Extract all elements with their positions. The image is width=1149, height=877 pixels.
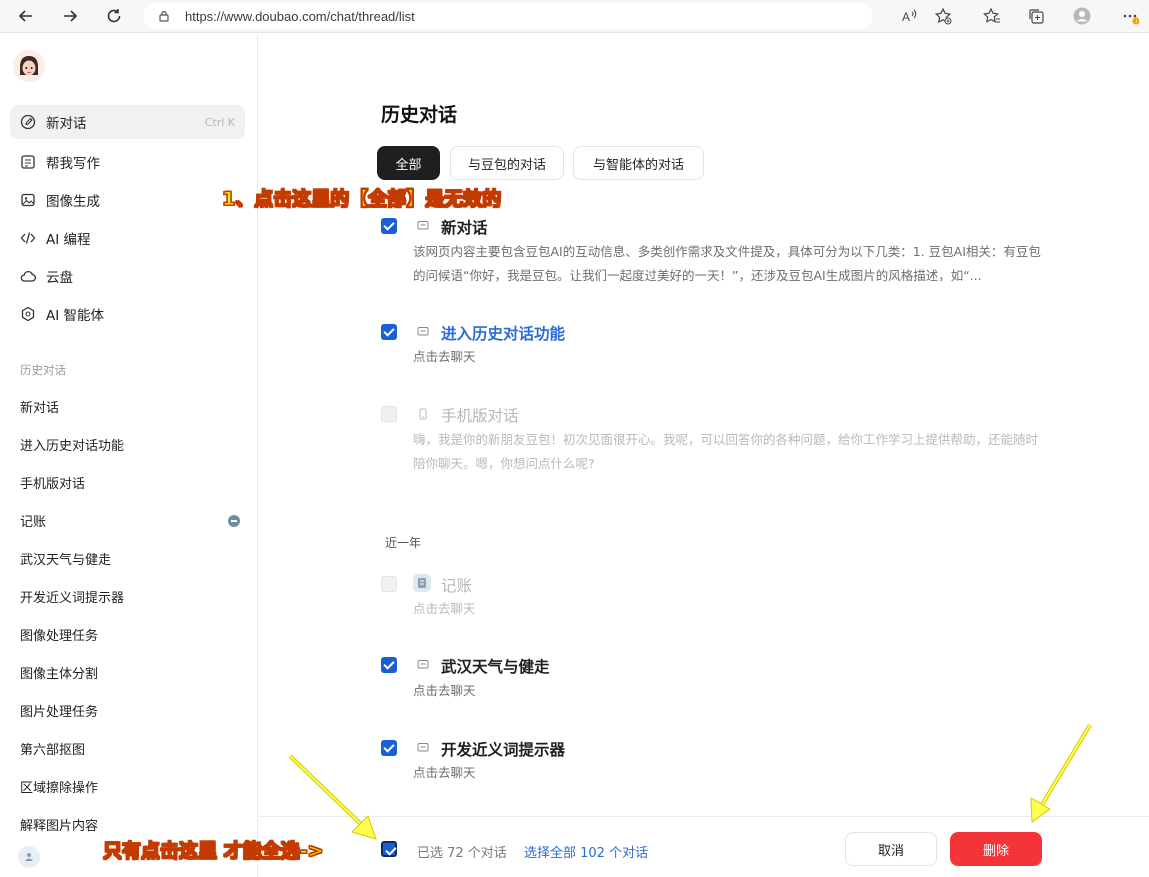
code-icon	[20, 230, 36, 246]
annotation-top: 1、点击这里的【全部】是无效的	[221, 188, 502, 211]
profile-icon[interactable]	[1070, 4, 1094, 28]
history-item[interactable]: 图片处理任务	[20, 701, 240, 720]
history-item-label: 记账	[20, 515, 47, 530]
chat-desc: 点击去聊天	[413, 601, 476, 616]
history-item-label: 手机版对话	[20, 477, 86, 492]
history-item-label: 第六部抠图	[20, 743, 86, 758]
history-item[interactable]: 解释图片内容	[20, 815, 240, 834]
nav-label: 图像生成	[46, 194, 100, 210]
tab-agent-chats[interactable]: 与智能体的对话	[573, 146, 704, 180]
cancel-button[interactable]: 取消	[845, 832, 937, 866]
nav-ai-agent[interactable]: AI 智能体	[10, 297, 245, 331]
history-item[interactable]: 图像处理任务	[20, 625, 240, 644]
user-icon[interactable]	[18, 846, 40, 868]
nav-label: 新对话	[46, 116, 87, 132]
chat-bubble-icon	[417, 660, 429, 669]
select-all-link[interactable]: 选择全部 102 个对话	[524, 842, 648, 861]
history-item[interactable]: 新对话	[20, 397, 240, 416]
item-checkbox[interactable]	[381, 324, 397, 340]
history-item-label: 新对话	[20, 401, 60, 416]
history-item-label: 图像主体分割	[20, 667, 99, 682]
delete-button[interactable]: 删除	[950, 832, 1042, 866]
chat-title[interactable]: 武汉天气与健走	[441, 655, 550, 677]
chat-desc: 点击去聊天	[413, 683, 476, 698]
url-text[interactable]: https://www.doubao.com/chat/thread/list	[185, 9, 415, 24]
chat-title[interactable]: 手机版对话	[441, 404, 519, 426]
write-icon	[20, 154, 36, 170]
sidebar: 新对话 Ctrl K 帮我写作 图像生成 AI 编程 云盘 AI 智能体 历史对…	[0, 34, 258, 877]
tab-doubao-chats[interactable]: 与豆包的对话	[450, 146, 564, 180]
history-item[interactable]: 图像主体分割	[20, 663, 240, 682]
more-icon[interactable]: !	[1118, 4, 1142, 28]
shortcut-hint: Ctrl K	[204, 115, 235, 129]
history-item[interactable]: 区域擦除操作	[20, 777, 240, 796]
nav-cloud[interactable]: 云盘	[10, 259, 245, 293]
chat-desc: 点击去聊天	[413, 765, 476, 780]
selected-count: 已选 72 个对话	[417, 846, 507, 861]
history-item[interactable]: 第六部抠图	[20, 739, 240, 758]
page-title: 历史对话	[381, 104, 458, 126]
lock-icon	[159, 10, 169, 22]
back-icon[interactable]	[12, 2, 40, 30]
history-item[interactable]: 手机版对话	[20, 473, 240, 492]
nav-label: 云盘	[46, 270, 73, 286]
chat-title[interactable]: 进入历史对话功能	[441, 322, 565, 344]
forward-icon[interactable]	[56, 2, 84, 30]
chat-title[interactable]: 新对话	[441, 216, 488, 238]
annotation-bottom: 只有点击这里 才能全选->	[102, 840, 324, 863]
address-bar[interactable]: https://www.doubao.com/chat/thread/list	[143, 3, 873, 29]
history-item-label: 图片处理任务	[20, 705, 99, 720]
history-item-label: 武汉天气与健走	[20, 553, 112, 568]
chat-title[interactable]: 记账	[441, 574, 472, 596]
add-favorite-icon[interactable]	[931, 4, 955, 28]
history-item-label: 图像处理任务	[20, 629, 99, 644]
nav-label: AI 编程	[46, 232, 91, 248]
history-item[interactable]: 记账	[20, 511, 240, 530]
history-item[interactable]: 进入历史对话功能	[20, 435, 240, 454]
item-checkbox[interactable]	[381, 740, 397, 756]
chat-bubble-icon	[417, 327, 429, 336]
browser-toolbar: https://www.doubao.com/chat/thread/list …	[0, 0, 1149, 33]
history-item[interactable]: 武汉天气与健走	[20, 549, 240, 568]
select-page-checkbox[interactable]	[381, 841, 397, 857]
phone-icon	[419, 408, 427, 420]
nav-ai-coding[interactable]: AI 编程	[10, 221, 245, 255]
edit-icon	[20, 114, 36, 130]
svg-text:A: A	[902, 10, 910, 24]
nav-new-chat[interactable]: 新对话 Ctrl K	[10, 105, 245, 139]
collections-icon[interactable]	[1024, 4, 1048, 28]
agent-badge-icon	[228, 514, 240, 527]
chat-bubble-icon	[417, 743, 429, 752]
item-checkbox	[381, 406, 397, 422]
favorites-icon[interactable]	[980, 4, 1004, 28]
svg-text:!: !	[1135, 19, 1137, 26]
item-checkbox[interactable]	[381, 657, 397, 673]
history-item-label: 开发近义词提示器	[20, 591, 125, 606]
nav-writing[interactable]: 帮我写作	[10, 145, 245, 179]
history-item-label: 区域擦除操作	[20, 781, 99, 796]
cloud-icon	[20, 268, 36, 284]
history-item[interactable]: 开发近义词提示器	[20, 587, 240, 606]
history-item-label: 解释图片内容	[20, 819, 99, 834]
nav-label: 帮我写作	[46, 156, 100, 172]
history-section-label: 历史对话	[20, 363, 66, 377]
chat-desc: 该网页内容主要包含豆包AI的互动信息、多类创作需求及文件提及，具体可分为以下几类…	[413, 244, 1041, 283]
nav-label: AI 智能体	[46, 308, 105, 324]
history-item-label: 进入历史对话功能	[20, 439, 125, 454]
refresh-icon[interactable]	[100, 2, 128, 30]
chat-desc: 嗨，我是你的新朋友豆包！初次见面很开心。我呢，可以回答你的各种问题，给你工作学习…	[413, 432, 1039, 471]
notebook-icon	[413, 574, 431, 592]
item-checkbox	[381, 576, 397, 592]
chat-bubble-icon	[417, 221, 429, 230]
group-label: 近一年	[385, 536, 422, 550]
agent-icon	[20, 306, 36, 322]
nav-image-gen[interactable]: 图像生成	[10, 183, 245, 217]
avatar[interactable]	[13, 50, 45, 82]
read-aloud-icon[interactable]: A	[897, 4, 921, 28]
item-checkbox[interactable]	[381, 218, 397, 234]
image-icon	[20, 192, 36, 208]
tab-all[interactable]: 全部	[377, 146, 440, 180]
chat-desc: 点击去聊天	[413, 349, 476, 364]
chat-title[interactable]: 开发近义词提示器	[441, 738, 565, 760]
